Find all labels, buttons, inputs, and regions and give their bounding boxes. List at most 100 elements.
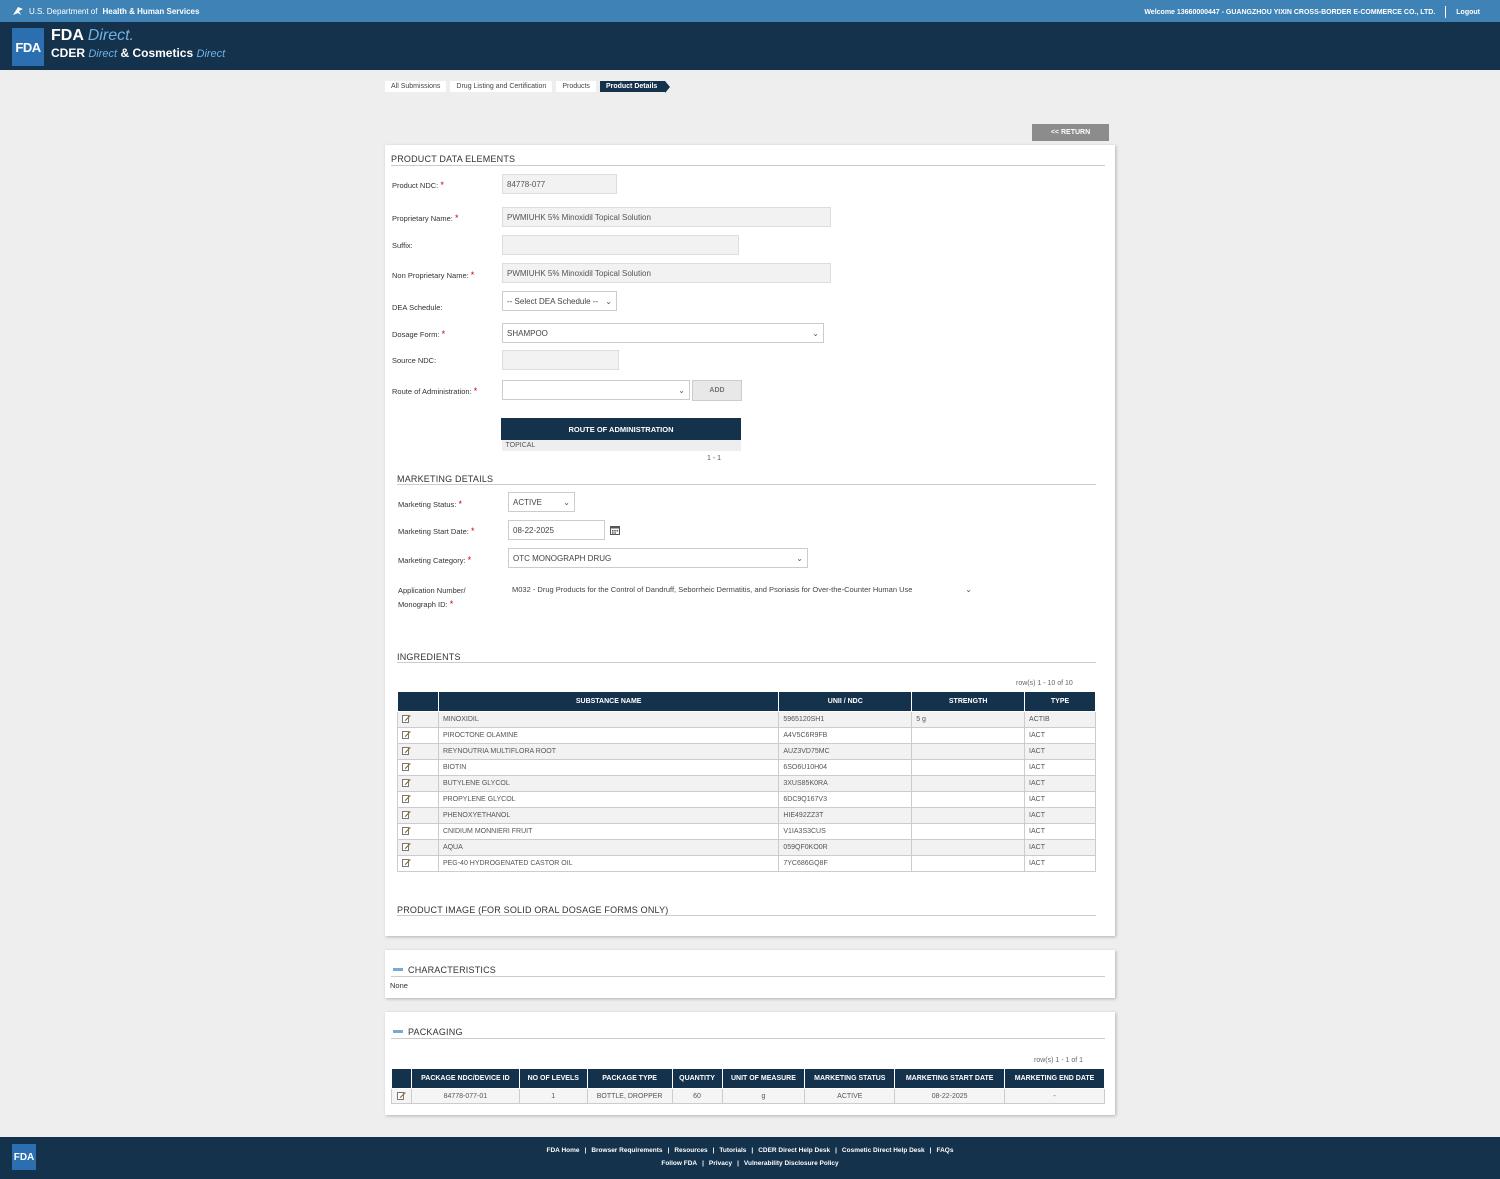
breadcrumb-drug-listing[interactable]: Drug Listing and Certification xyxy=(450,80,553,92)
proprietary-name-field[interactable]: PWMIUHK 5% Minoxidil Topical Solution xyxy=(502,207,831,227)
edit-cell[interactable] xyxy=(397,711,439,728)
logout-link[interactable]: Logout xyxy=(1456,9,1480,16)
col-unit-of-measure[interactable]: UNIT OF MEASURE xyxy=(721,1068,806,1089)
brand-direct: Direct. xyxy=(87,27,134,44)
table-row[interactable]: REYNOUTRIA MULTIFLORA ROOT AUZ3VD75MC IACT xyxy=(397,743,1096,760)
marketing-status-value: ACTIVE xyxy=(513,497,542,507)
edit-cell[interactable] xyxy=(397,759,439,776)
return-button[interactable]: << RETURN xyxy=(1032,124,1109,141)
edit-icon[interactable] xyxy=(402,858,411,867)
table-row[interactable]: AQUA 059QF0KO0R IACT xyxy=(397,839,1096,856)
edit-icon[interactable] xyxy=(397,1091,407,1100)
col-marketing-end-date[interactable]: MARKETING END DATE xyxy=(1004,1068,1105,1089)
breadcrumb-products[interactable]: Products xyxy=(556,80,596,92)
suffix-field[interactable] xyxy=(502,235,739,255)
marketing-title: MARKETING DETAILS xyxy=(397,474,494,484)
footer-divider: | xyxy=(667,1147,670,1154)
marketing-category-select[interactable]: OTC MONOGRAPH DRUG ⌄ xyxy=(508,548,808,568)
footer-link[interactable]: FAQs xyxy=(936,1147,953,1154)
chevron-down-icon: ⌄ xyxy=(965,585,972,594)
col-type[interactable]: TYPE xyxy=(1024,691,1096,712)
edit-cell[interactable] xyxy=(397,823,439,840)
route-select[interactable]: ⌄ xyxy=(502,380,690,400)
edit-icon[interactable] xyxy=(402,826,411,835)
packaging-title[interactable]: PACKAGING xyxy=(408,1027,463,1037)
table-row[interactable]: MINOXIDIL 5965120SH1 5 g ACTIB xyxy=(397,711,1096,728)
table-row[interactable]: PROPYLENE GLYCOL 6DC9Q167V3 IACT xyxy=(397,791,1096,808)
edit-cell[interactable] xyxy=(397,839,439,856)
edit-icon[interactable] xyxy=(402,762,411,771)
application-number-select[interactable]: M032 - Drug Products for the Control of … xyxy=(508,582,976,597)
edit-cell[interactable] xyxy=(397,775,439,792)
footer-link[interactable]: Resources xyxy=(674,1147,707,1154)
col-quantity[interactable]: QUANTITY xyxy=(671,1068,723,1089)
footer-link[interactable]: Privacy xyxy=(709,1160,732,1167)
footer-link[interactable]: CDER Direct Help Desk xyxy=(758,1147,830,1154)
edit-icon[interactable] xyxy=(402,730,411,739)
strength-cell xyxy=(911,759,1026,776)
edit-cell[interactable] xyxy=(397,855,439,872)
ingredients-title: INGREDIENTS xyxy=(397,652,461,662)
substance-name-cell: CNIDIUM MONNIERI FRUIT xyxy=(437,823,780,840)
footer-link[interactable]: Vulnerability Disclosure Policy xyxy=(744,1160,839,1167)
edit-icon[interactable] xyxy=(402,794,411,803)
col-package-type[interactable]: PACKAGE TYPE xyxy=(586,1068,673,1089)
col-marketing-start-date[interactable]: MARKETING START DATE xyxy=(894,1068,1006,1089)
edit-cell[interactable] xyxy=(397,807,439,824)
footer-link[interactable]: Tutorials xyxy=(719,1147,746,1154)
edit-icon[interactable] xyxy=(402,810,411,819)
table-row[interactable]: PEG-40 HYDROGENATED CASTOR OIL 7YC686GQ8F… xyxy=(397,855,1096,872)
route-table-header[interactable]: ROUTE OF ADMINISTRATION xyxy=(501,418,741,440)
dea-schedule-value: -- Select DEA Schedule -- xyxy=(507,296,599,306)
edit-cell[interactable] xyxy=(397,727,439,744)
package-cell: 60 xyxy=(671,1088,723,1104)
brand-title[interactable]: FDA Direct. CDER Direct & Cosmetics Dire… xyxy=(51,27,225,60)
table-row[interactable]: PIROCTONE OLAMINE A4V5C6R9FB IACT xyxy=(397,727,1096,744)
source-ndc-field[interactable] xyxy=(502,350,619,370)
table-row[interactable]: BIOTIN 6SO6U10H04 IACT xyxy=(397,759,1096,776)
calendar-icon[interactable] xyxy=(610,525,620,535)
marketing-category-label: Marketing Category: xyxy=(398,556,466,565)
col-substance-name[interactable]: SUBSTANCE NAME xyxy=(437,691,780,712)
brand-fda: FDA xyxy=(51,27,84,44)
collapse-minus-icon[interactable] xyxy=(393,968,403,971)
footer-link[interactable]: FDA Home xyxy=(547,1147,580,1154)
edit-cell[interactable] xyxy=(397,791,439,808)
route-pagination: 1 - 1 xyxy=(707,455,722,462)
edit-icon[interactable] xyxy=(402,842,411,851)
substance-name-cell: BIOTIN xyxy=(437,759,780,776)
characteristics-title[interactable]: CHARACTERISTICS xyxy=(408,965,496,975)
edit-icon[interactable] xyxy=(402,746,411,755)
edit-icon[interactable] xyxy=(402,778,411,787)
col-marketing-status[interactable]: MARKETING STATUS xyxy=(804,1068,896,1089)
table-row[interactable]: PHENOXYETHANOL HIE492ZZ3T IACT xyxy=(397,807,1096,824)
col-strength[interactable]: STRENGTH xyxy=(911,691,1026,712)
edit-cell[interactable] xyxy=(397,743,439,760)
marketing-start-date-field[interactable]: 08-22-2025 xyxy=(508,520,605,540)
fda-logo[interactable]: FDA xyxy=(12,28,44,66)
product-ndc-field[interactable]: 84778-077 xyxy=(502,174,617,194)
table-row[interactable]: CNIDIUM MONNIERI FRUIT V1IA3S3CUS IACT xyxy=(397,823,1096,840)
application-number-value: M032 - Drug Products for the Control of … xyxy=(512,585,913,594)
non-proprietary-name-field[interactable]: PWMIUHK 5% Minoxidil Topical Solution xyxy=(502,263,831,283)
dea-schedule-select[interactable]: -- Select DEA Schedule -- ⌄ xyxy=(502,291,617,311)
footer-link[interactable]: Browser Requirements xyxy=(591,1147,662,1154)
add-route-button[interactable]: ADD xyxy=(692,380,742,401)
table-row[interactable]: BUTYLENE GLYCOL 3XUS85K0RA IACT xyxy=(397,775,1096,792)
edit-cell[interactable] xyxy=(391,1088,412,1104)
footer-link[interactable]: Follow FDA xyxy=(661,1160,697,1167)
unii-cell: HIE492ZZ3T xyxy=(778,807,913,824)
hhs-link[interactable]: U.S. Department of Health & Human Servic… xyxy=(12,5,199,17)
col-no-of-levels[interactable]: NO OF LEVELS xyxy=(518,1068,588,1089)
dosage-form-select[interactable]: SHAMPOO ⌄ xyxy=(502,323,824,343)
type-cell: IACT xyxy=(1024,775,1096,792)
collapse-minus-icon[interactable] xyxy=(393,1030,403,1033)
marketing-status-select[interactable]: ACTIVE ⌄ xyxy=(508,492,575,512)
col-unii-ndc[interactable]: UNII / NDC xyxy=(778,691,913,712)
footer-link[interactable]: Cosmetic Direct Help Desk xyxy=(842,1147,925,1154)
table-row[interactable]: 84778-077-01 1 BOTTLE, DROPPER 60 g ACTIVE 08-… xyxy=(391,1088,1105,1104)
table-row[interactable]: TOPICAL xyxy=(501,439,741,451)
col-package-ndc[interactable]: PACKAGE NDC/DEVICE ID xyxy=(410,1068,520,1089)
edit-icon[interactable] xyxy=(402,714,411,723)
breadcrumb-all-submissions[interactable]: All Submissions xyxy=(385,80,447,92)
